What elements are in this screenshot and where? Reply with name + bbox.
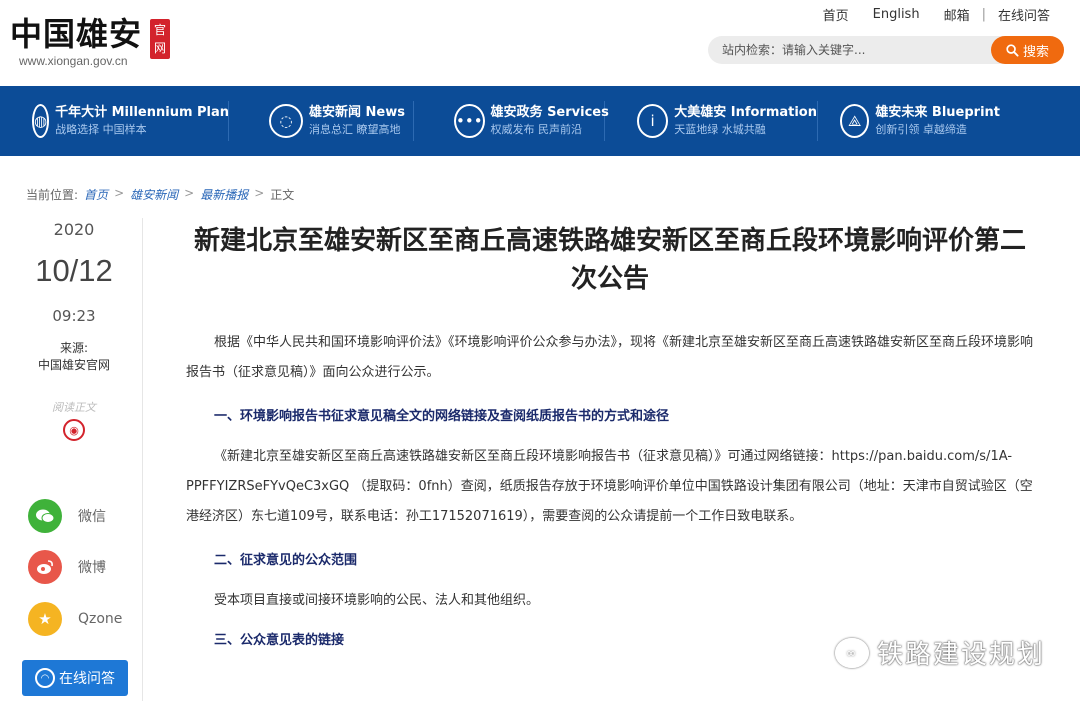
- nav-item-subtitle: 权威发布 民声前沿: [490, 123, 583, 136]
- read-aloud-label: 阅读正文: [52, 401, 96, 414]
- article-paragraph: 《新建北京至雄安新区至商丘高速铁路雄安新区至商丘段环境影响报告书（征求意见稿）》…: [186, 449, 1033, 524]
- main-nav: ◍ 千年大计 Millennium Plan 战略选择 中国样本 ◌ 雄安新闻 …: [0, 86, 1080, 156]
- online-qa-button[interactable]: ◠ 在线问答: [22, 660, 128, 696]
- globe-icon: ◍: [32, 104, 50, 138]
- article-paragraph: 受本项目直接或间接环境影响的公民、法人和其他组织。: [214, 593, 540, 608]
- nav-item-subtitle: 消息总汇 瞭望高地: [309, 123, 401, 136]
- breadcrumb-separator: >: [114, 186, 125, 200]
- nav-item-title: 大美雄安 Information: [674, 105, 817, 120]
- article-paragraph: 根据《中华人民共和国环境影响评价法》《环境影响评价公众参与办法》，现将《新建北京…: [186, 335, 1034, 380]
- read-aloud-button[interactable]: ◉: [63, 419, 85, 441]
- online-qa-label: 在线问答: [59, 671, 115, 687]
- source-label: 来源:: [59, 341, 89, 355]
- breadcrumb-current: 正文: [270, 188, 295, 202]
- share-qzone[interactable]: ★ Qzone: [28, 601, 148, 637]
- wechat-icon: [28, 499, 62, 533]
- nav-item-title: 雄安政务 Services: [490, 105, 609, 120]
- speaker-icon: ◉: [69, 423, 79, 437]
- site-logo[interactable]: 中国雄安 官网 www.xiongan.gov.cn: [10, 14, 190, 72]
- wechat-icon: ∞: [834, 637, 869, 668]
- share-wechat[interactable]: 微信: [28, 498, 148, 534]
- share-weibo[interactable]: 微博: [28, 549, 148, 585]
- breadcrumb-separator: >: [254, 186, 265, 200]
- publish-time: 09:23: [52, 307, 96, 325]
- nav-item-blueprint[interactable]: ⟁ 雄安未来 Blueprint 创新引领 卓越缔造: [840, 86, 1000, 156]
- top-link-english[interactable]: English: [861, 7, 932, 22]
- section-heading: 二、征求意见的公众范围: [214, 553, 358, 568]
- watermark-text: 铁路建设规划: [876, 640, 1045, 670]
- top-link-online-qa[interactable]: 在线问答: [986, 5, 1062, 24]
- search-button[interactable]: 搜索: [991, 36, 1064, 64]
- nav-item-subtitle: 创新引领 卓越缔造: [875, 123, 967, 136]
- watermark: ∞ 铁路建设规划: [834, 634, 1045, 671]
- news-icon: ◌: [269, 104, 303, 138]
- nav-divider: [817, 101, 818, 141]
- publish-date: 10/12: [35, 253, 113, 288]
- top-link-home[interactable]: 首页: [811, 5, 861, 24]
- breadcrumb-news[interactable]: 雄安新闻: [130, 186, 178, 203]
- nav-item-subtitle: 天蓝地绿 水城共融: [674, 123, 766, 136]
- compass-icon: ⟁: [840, 104, 870, 138]
- nav-item-subtitle: 战略选择 中国样本: [55, 123, 147, 136]
- section-heading: 一、环境影响报告书征求意见稿全文的网络链接及查阅纸质报告书的方式和途径: [214, 409, 670, 424]
- search-button-label: 搜索: [1022, 44, 1049, 60]
- site-header: 中国雄安 官网 www.xiongan.gov.cn 首页 English 邮箱…: [0, 0, 1080, 86]
- info-icon: i: [637, 104, 669, 138]
- logo-text: 中国雄安: [10, 15, 143, 53]
- share-label: 微信: [78, 509, 106, 525]
- chat-icon: •••: [454, 104, 485, 138]
- source-name: 中国雄安官网: [37, 358, 110, 372]
- breadcrumb: 当前位置: 首页 > 雄安新闻 > 最新播报 > 正文: [26, 186, 294, 203]
- nav-item-title: 雄安新闻 News: [309, 105, 405, 120]
- top-links: 首页 English 邮箱 | 在线问答: [811, 5, 1062, 24]
- article-body: 根据《中华人民共和国环境影响评价法》《环境影响评价公众参与办法》，现将《新建北京…: [186, 328, 1038, 666]
- search-bar: 搜索: [708, 36, 1064, 64]
- search-input[interactable]: [722, 36, 992, 64]
- nav-item-title: 千年大计 Millennium Plan: [55, 105, 230, 120]
- share-label: 微博: [78, 560, 106, 576]
- nav-item-information[interactable]: i 大美雄安 Information 天蓝地绿 水城共融: [637, 86, 817, 156]
- search-icon: [1006, 43, 1019, 57]
- logo-url: www.xiongan.gov.cn: [19, 54, 128, 68]
- headset-icon: ◠: [35, 668, 55, 688]
- share-label: Qzone: [78, 611, 123, 627]
- qzone-icon: ★: [28, 602, 62, 636]
- breadcrumb-separator: >: [184, 186, 195, 200]
- article-title: 新建北京至雄安新区至商丘高速铁路雄安新区至商丘段环境影响评价第二次公告: [193, 226, 1026, 294]
- breadcrumb-latest[interactable]: 最新播报: [200, 186, 248, 203]
- nav-divider: [413, 101, 414, 141]
- logo-seal: 官网: [150, 19, 170, 59]
- breadcrumb-home[interactable]: 首页: [84, 186, 108, 203]
- nav-item-title: 雄安未来 Blueprint: [875, 105, 1000, 120]
- nav-item-news[interactable]: ◌ 雄安新闻 News 消息总汇 瞭望高地: [269, 86, 413, 156]
- nav-item-millennium-plan[interactable]: ◍ 千年大计 Millennium Plan 战略选择 中国样本: [32, 86, 230, 156]
- weibo-icon: [28, 550, 62, 584]
- breadcrumb-label: 当前位置:: [26, 188, 79, 202]
- nav-item-services[interactable]: ••• 雄安政务 Services 权威发布 民声前沿: [454, 86, 609, 156]
- publish-year: 2020: [53, 220, 95, 239]
- top-link-mail[interactable]: 邮箱: [932, 5, 982, 24]
